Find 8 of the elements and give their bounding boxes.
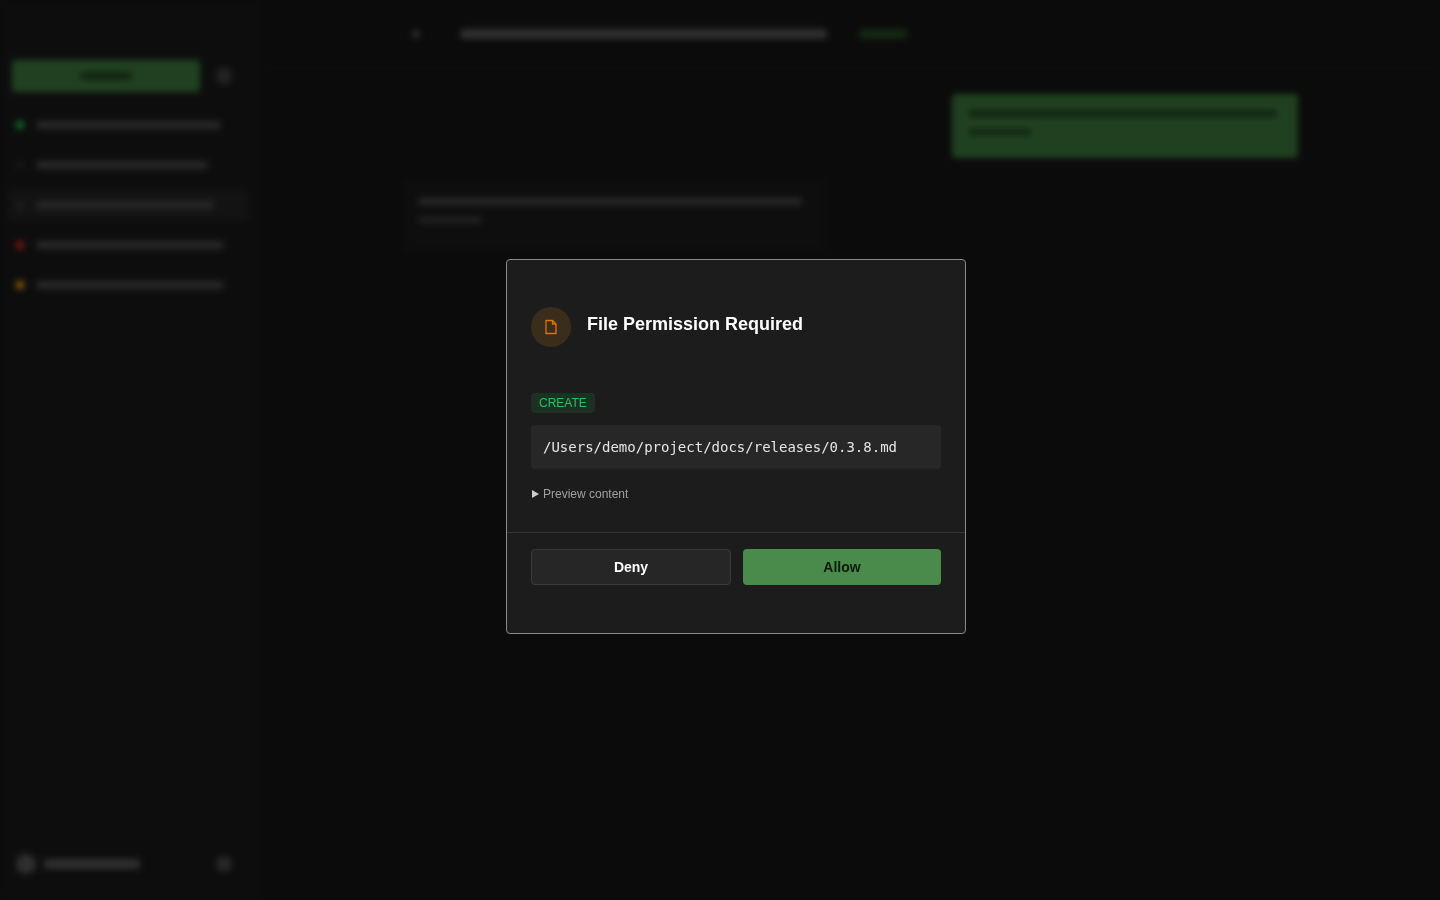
file-icon — [531, 307, 571, 347]
preview-toggle[interactable]: Preview content — [531, 486, 629, 502]
deny-button[interactable]: Deny — [531, 549, 731, 585]
dialog-title: File Permission Required — [587, 313, 804, 336]
operation-tag: CREATE — [531, 393, 595, 413]
caret-icon — [531, 490, 539, 498]
file-path: /Users/demo/project/docs/releases/0.3.8.md — [531, 425, 941, 469]
allow-button[interactable]: Allow — [743, 549, 941, 585]
